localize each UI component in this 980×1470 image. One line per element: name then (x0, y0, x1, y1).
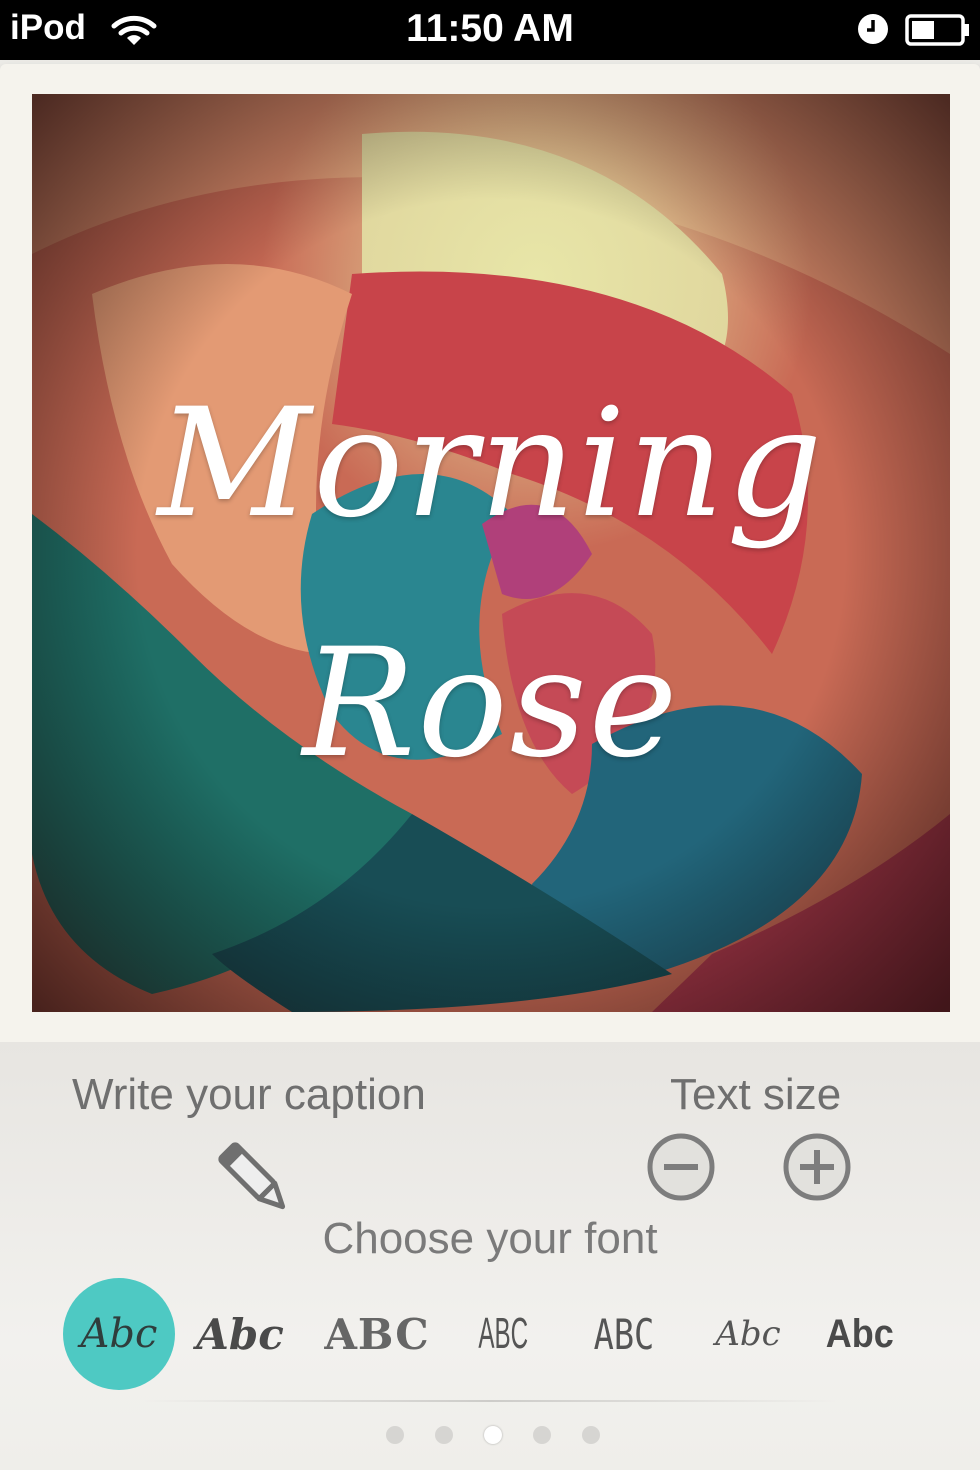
page-indicator[interactable] (0, 1426, 980, 1446)
font-option-calligraphy[interactable]: Abc (706, 1278, 790, 1390)
page-dot[interactable] (582, 1426, 600, 1444)
page-dot[interactable] (386, 1426, 404, 1444)
text-size-label: Text size (670, 1070, 842, 1119)
pencil-icon[interactable] (210, 1134, 300, 1224)
battery-icon (905, 14, 969, 46)
clock-icon (858, 14, 888, 44)
font-option-sans[interactable]: Abc (818, 1278, 902, 1390)
rose-image (32, 94, 950, 1012)
font-option-script[interactable]: Abc (63, 1278, 175, 1390)
decrease-size-button[interactable] (646, 1132, 716, 1202)
font-option-label: ABC (478, 1309, 528, 1358)
font-option-label: Abc (715, 1314, 781, 1354)
font-option-rounded[interactable]: ABC (576, 1278, 672, 1390)
font-option-label: ABC (593, 1309, 655, 1359)
font-option-label: Abc (80, 1311, 158, 1357)
photo-card: Morning Rose (0, 64, 980, 1042)
font-option-label: Abc (196, 1309, 284, 1359)
status-time: 11:50 AM (406, 7, 574, 50)
minus-icon (664, 1164, 698, 1170)
caption-line-1: Morning (157, 377, 825, 551)
caption-line-2: Rose (302, 617, 680, 791)
font-picker: Abc Abc ABC ABC ABC Abc Abc (0, 1278, 980, 1390)
app-screen: Morning Rose Write your caption Text siz… (0, 60, 980, 1470)
font-option-label: Abc (825, 1311, 895, 1356)
page-dot[interactable] (533, 1426, 551, 1444)
page-dot[interactable] (435, 1426, 453, 1444)
font-option-condensed[interactable]: ABC (470, 1278, 536, 1390)
divider (140, 1400, 840, 1402)
photo-preview[interactable]: Morning Rose (32, 94, 950, 1012)
font-option-label: ABC (324, 1309, 430, 1359)
font-option-slab[interactable]: ABC (318, 1278, 436, 1390)
font-option-brush[interactable]: Abc (190, 1278, 290, 1390)
caption-controls: Write your caption Text size Choose your… (0, 1042, 980, 1470)
status-bar: iPod 11:50 AM (0, 0, 980, 60)
write-caption-label[interactable]: Write your caption (72, 1070, 426, 1120)
choose-font-label: Choose your font (322, 1214, 658, 1263)
page-dot-active[interactable] (484, 1426, 502, 1444)
increase-size-button[interactable] (782, 1132, 852, 1202)
